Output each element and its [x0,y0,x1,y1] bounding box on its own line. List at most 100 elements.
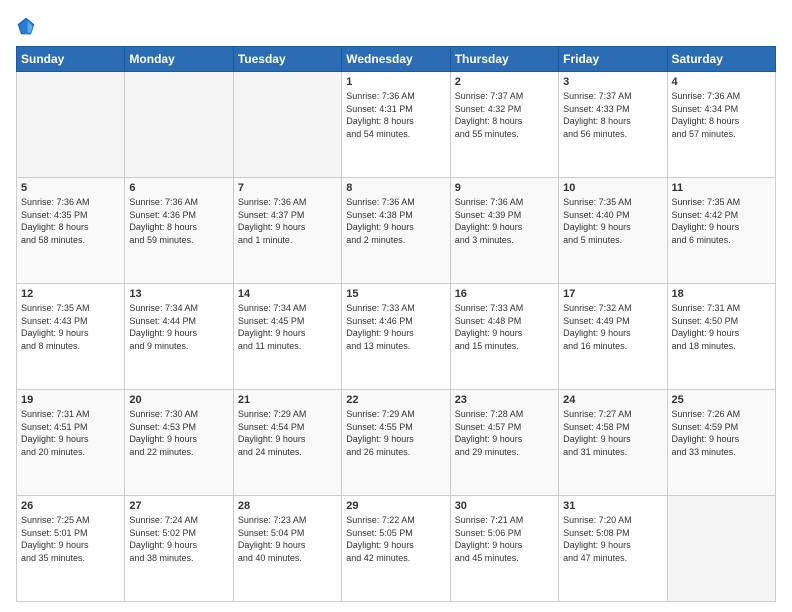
week-row-2: 5 Sunrise: 7:36 AM Sunset: 4:35 PM Daylig… [17,178,776,284]
calendar-cell: 17 Sunrise: 7:32 AM Sunset: 4:49 PM Dayli… [559,284,667,390]
day-number: 6 [129,182,228,194]
calendar-cell: 22 Sunrise: 7:29 AM Sunset: 4:55 PM Dayli… [342,390,450,496]
day-info: Sunrise: 7:37 AM Sunset: 4:32 PM Dayligh… [455,90,554,140]
day-number: 9 [455,182,554,194]
calendar-cell: 4 Sunrise: 7:36 AM Sunset: 4:34 PM Daylig… [667,72,775,178]
calendar-cell: 8 Sunrise: 7:36 AM Sunset: 4:38 PM Daylig… [342,178,450,284]
day-number: 24 [563,394,662,406]
calendar-cell: 27 Sunrise: 7:24 AM Sunset: 5:02 PM Dayli… [125,496,233,602]
day-number: 23 [455,394,554,406]
calendar-cell: 2 Sunrise: 7:37 AM Sunset: 4:32 PM Daylig… [450,72,558,178]
day-number: 16 [455,288,554,300]
day-info: Sunrise: 7:29 AM Sunset: 4:54 PM Dayligh… [238,408,337,458]
calendar-cell: 10 Sunrise: 7:35 AM Sunset: 4:40 PM Dayli… [559,178,667,284]
day-info: Sunrise: 7:35 AM Sunset: 4:43 PM Dayligh… [21,302,120,352]
day-info: Sunrise: 7:36 AM Sunset: 4:31 PM Dayligh… [346,90,445,140]
day-number: 4 [672,76,771,88]
day-info: Sunrise: 7:26 AM Sunset: 4:59 PM Dayligh… [672,408,771,458]
calendar-cell: 11 Sunrise: 7:35 AM Sunset: 4:42 PM Dayli… [667,178,775,284]
day-info: Sunrise: 7:36 AM Sunset: 4:36 PM Dayligh… [129,196,228,246]
day-info: Sunrise: 7:34 AM Sunset: 4:44 PM Dayligh… [129,302,228,352]
week-row-4: 19Sunrise: 7:31 AM Sunset: 4:51 PM Dayli… [17,390,776,496]
calendar-cell: 1 Sunrise: 7:36 AM Sunset: 4:31 PM Daylig… [342,72,450,178]
day-info: Sunrise: 7:34 AM Sunset: 4:45 PM Dayligh… [238,302,337,352]
day-number: 21 [238,394,337,406]
calendar-cell: 31 Sunrise: 7:20 AM Sunset: 5:08 PM Dayli… [559,496,667,602]
header [16,16,776,36]
calendar-cell: 9 Sunrise: 7:36 AM Sunset: 4:39 PM Daylig… [450,178,558,284]
day-number: 5 [21,182,120,194]
weekday-header-row: SundayMondayTuesdayWednesdayThursdayFrid… [17,47,776,72]
calendar-cell: 21 Sunrise: 7:29 AM Sunset: 4:54 PM Dayli… [233,390,341,496]
calendar-cell: 15Sunrise: 7:33 AM Sunset: 4:46 PM Dayli… [342,284,450,390]
calendar-cell: 29 Sunrise: 7:22 AM Sunset: 5:05 PM Dayli… [342,496,450,602]
calendar-cell: 24 Sunrise: 7:27 AM Sunset: 4:58 PM Dayli… [559,390,667,496]
day-info: Sunrise: 7:30 AM Sunset: 4:53 PM Dayligh… [129,408,228,458]
day-number: 2 [455,76,554,88]
calendar-cell: 6 Sunrise: 7:36 AM Sunset: 4:36 PM Daylig… [125,178,233,284]
day-info: Sunrise: 7:29 AM Sunset: 4:55 PM Dayligh… [346,408,445,458]
calendar-cell: 26Sunrise: 7:25 AM Sunset: 5:01 PM Dayli… [17,496,125,602]
day-info: Sunrise: 7:27 AM Sunset: 4:58 PM Dayligh… [563,408,662,458]
weekday-header-thursday: Thursday [450,47,558,72]
calendar-cell: 30 Sunrise: 7:21 AM Sunset: 5:06 PM Dayli… [450,496,558,602]
calendar-cell: 14 Sunrise: 7:34 AM Sunset: 4:45 PM Dayli… [233,284,341,390]
calendar-cell: 25Sunrise: 7:26 AM Sunset: 4:59 PM Dayli… [667,390,775,496]
calendar-cell: 28Sunrise: 7:23 AM Sunset: 5:04 PM Dayli… [233,496,341,602]
day-number: 31 [563,500,662,512]
day-info: Sunrise: 7:37 AM Sunset: 4:33 PM Dayligh… [563,90,662,140]
day-number: 19 [21,394,120,406]
day-number: 22 [346,394,445,406]
day-info: Sunrise: 7:22 AM Sunset: 5:05 PM Dayligh… [346,514,445,564]
calendar-cell [125,72,233,178]
day-number: 29 [346,500,445,512]
calendar-cell: 18 Sunrise: 7:31 AM Sunset: 4:50 PM Dayli… [667,284,775,390]
day-info: Sunrise: 7:36 AM Sunset: 4:39 PM Dayligh… [455,196,554,246]
day-number: 18 [672,288,771,300]
day-number: 27 [129,500,228,512]
day-number: 30 [455,500,554,512]
day-info: Sunrise: 7:36 AM Sunset: 4:37 PM Dayligh… [238,196,337,246]
day-number: 11 [672,182,771,194]
day-number: 1 [346,76,445,88]
day-info: Sunrise: 7:35 AM Sunset: 4:40 PM Dayligh… [563,196,662,246]
calendar-cell: 3 Sunrise: 7:37 AM Sunset: 4:33 PM Daylig… [559,72,667,178]
day-number: 17 [563,288,662,300]
calendar-cell: 16 Sunrise: 7:33 AM Sunset: 4:48 PM Dayli… [450,284,558,390]
day-number: 8 [346,182,445,194]
day-info: Sunrise: 7:28 AM Sunset: 4:57 PM Dayligh… [455,408,554,458]
day-info: Sunrise: 7:35 AM Sunset: 4:42 PM Dayligh… [672,196,771,246]
day-info: Sunrise: 7:36 AM Sunset: 4:38 PM Dayligh… [346,196,445,246]
weekday-header-tuesday: Tuesday [233,47,341,72]
day-info: Sunrise: 7:23 AM Sunset: 5:04 PM Dayligh… [238,514,337,564]
logo [16,16,40,36]
weekday-header-wednesday: Wednesday [342,47,450,72]
day-number: 26 [21,500,120,512]
day-number: 13 [129,288,228,300]
page: SundayMondayTuesdayWednesdayThursdayFrid… [0,0,792,612]
calendar-cell: 19Sunrise: 7:31 AM Sunset: 4:51 PM Dayli… [17,390,125,496]
day-number: 7 [238,182,337,194]
day-info: Sunrise: 7:31 AM Sunset: 4:50 PM Dayligh… [672,302,771,352]
day-number: 14 [238,288,337,300]
calendar-table: SundayMondayTuesdayWednesdayThursdayFrid… [16,46,776,602]
calendar-cell: 20Sunrise: 7:30 AM Sunset: 4:53 PM Dayli… [125,390,233,496]
day-number: 15 [346,288,445,300]
day-info: Sunrise: 7:32 AM Sunset: 4:49 PM Dayligh… [563,302,662,352]
weekday-header-monday: Monday [125,47,233,72]
calendar-cell: 7 Sunrise: 7:36 AM Sunset: 4:37 PM Daylig… [233,178,341,284]
day-info: Sunrise: 7:36 AM Sunset: 4:35 PM Dayligh… [21,196,120,246]
day-info: Sunrise: 7:21 AM Sunset: 5:06 PM Dayligh… [455,514,554,564]
day-info: Sunrise: 7:33 AM Sunset: 4:48 PM Dayligh… [455,302,554,352]
day-info: Sunrise: 7:36 AM Sunset: 4:34 PM Dayligh… [672,90,771,140]
weekday-header-sunday: Sunday [17,47,125,72]
day-number: 12 [21,288,120,300]
calendar-cell: 5 Sunrise: 7:36 AM Sunset: 4:35 PM Daylig… [17,178,125,284]
day-number: 3 [563,76,662,88]
day-info: Sunrise: 7:24 AM Sunset: 5:02 PM Dayligh… [129,514,228,564]
day-number: 10 [563,182,662,194]
week-row-1: 1 Sunrise: 7:36 AM Sunset: 4:31 PM Daylig… [17,72,776,178]
weekday-header-friday: Friday [559,47,667,72]
calendar-cell: 12 Sunrise: 7:35 AM Sunset: 4:43 PM Dayli… [17,284,125,390]
day-info: Sunrise: 7:20 AM Sunset: 5:08 PM Dayligh… [563,514,662,564]
